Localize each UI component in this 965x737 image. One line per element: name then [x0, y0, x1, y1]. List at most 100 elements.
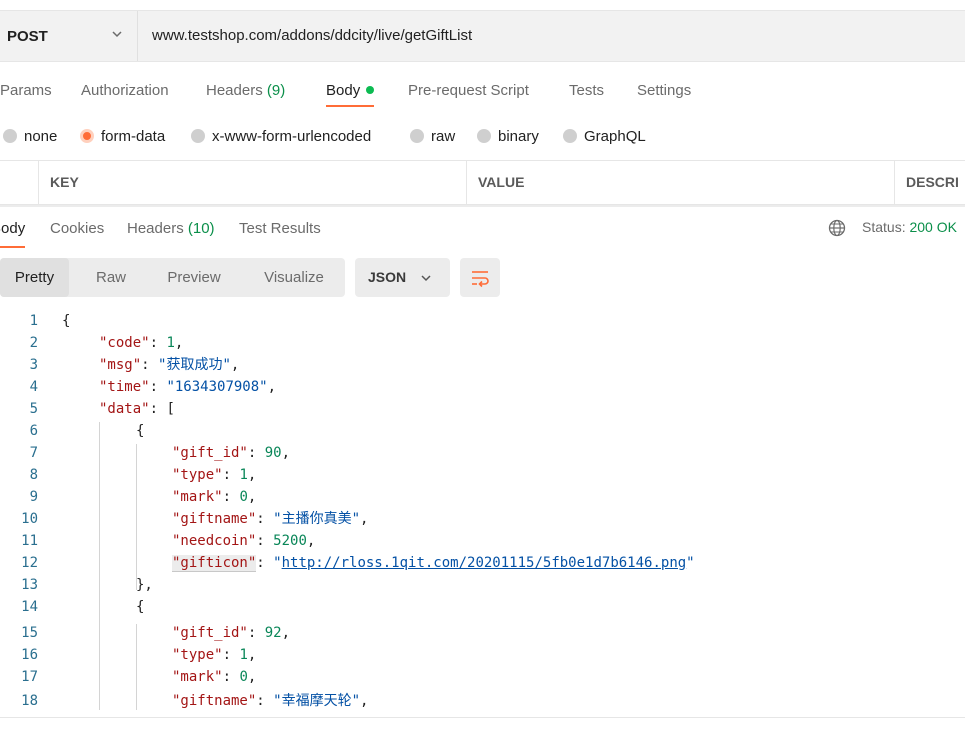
response-tab-headers-label: Headers: [127, 220, 184, 237]
tab-prerequest-script[interactable]: Pre-request Script: [408, 82, 529, 99]
json-key: "giftname": [172, 693, 257, 709]
radio-urlencoded-label: x-www-form-urlencoded: [212, 127, 372, 145]
response-headers-count: (10): [187, 220, 215, 237]
line-number: 2: [29, 335, 38, 351]
tab-params[interactable]: Params: [0, 82, 52, 99]
code-text: {: [136, 423, 145, 439]
radio-circle-selected: [80, 129, 94, 143]
tab-body[interactable]: Body: [326, 82, 375, 107]
code-line: 16 "type": 1,: [0, 644, 965, 666]
line-number: 7: [29, 445, 38, 461]
wrap-lines-button[interactable]: [460, 258, 500, 297]
radio-graphql[interactable]: GraphQL: [563, 124, 646, 148]
code-line: 2 "code": 1,: [0, 332, 965, 354]
response-tab-cookies[interactable]: Cookies: [50, 220, 104, 237]
radio-urlencoded[interactable]: x-www-form-urlencoded: [191, 124, 371, 148]
json-key: "type": [172, 647, 223, 663]
json-key: "giftname": [172, 511, 257, 527]
json-number: 1: [166, 335, 175, 351]
view-pretty-button[interactable]: Pretty: [0, 258, 69, 297]
method-label: POST: [7, 27, 48, 45]
json-key-highlighted: "gifticon": [172, 555, 257, 572]
response-status: Status: 200 OK: [862, 219, 957, 235]
json-number: 5200: [273, 533, 307, 549]
column-key: KEY: [38, 161, 466, 204]
tab-authorization[interactable]: Authorization: [81, 82, 169, 99]
radio-circle: [477, 129, 491, 143]
line-number: 8: [29, 467, 38, 483]
response-body-viewer[interactable]: 1{ 2 "code": 1, 3 "msg": "获取成功", 4 "time": …: [0, 310, 965, 710]
json-string: "获取成功": [158, 357, 231, 373]
pane-resize-handle[interactable]: [0, 205, 965, 207]
code-text: {: [62, 313, 71, 329]
line-number: 16: [21, 647, 38, 663]
line-number: 4: [29, 379, 38, 395]
radio-raw[interactable]: raw: [410, 124, 455, 148]
radio-circle: [191, 129, 205, 143]
method-select[interactable]: POST: [0, 11, 138, 61]
json-string: "1634307908": [166, 379, 268, 395]
column-value: VALUE: [466, 161, 894, 204]
json-key: "needcoin": [172, 533, 257, 549]
json-key: "type": [172, 467, 223, 483]
tab-headers[interactable]: Headers (9): [206, 82, 285, 99]
code-line: 13},: [0, 574, 965, 596]
response-tab-body[interactable]: Body: [0, 220, 26, 248]
code-line: 11 "needcoin": 5200,: [0, 530, 965, 552]
line-number: 5: [29, 401, 38, 417]
json-key: "mark": [172, 489, 223, 505]
code-line: 18 "giftname": "幸福摩天轮",: [0, 690, 965, 710]
radio-graphql-label: GraphQL: [584, 127, 646, 145]
format-select[interactable]: JSON: [355, 258, 450, 297]
json-number: 90: [264, 445, 282, 461]
json-key: "gift_id": [172, 625, 248, 641]
view-visualize-button[interactable]: Visualize: [250, 258, 338, 297]
url-input[interactable]: www.testshop.com/addons/ddcity/live/getG…: [152, 11, 472, 61]
line-number: 17: [21, 669, 38, 685]
checkbox-column: [0, 161, 38, 204]
code-line: 6{: [0, 420, 965, 442]
body-type-radios: none form-data x-www-form-urlencoded raw…: [0, 124, 965, 148]
radio-binary-label: binary: [498, 127, 539, 145]
response-tab-test-results[interactable]: Test Results: [239, 220, 321, 237]
key-value-table-header: KEY VALUE DESCRI: [0, 160, 965, 205]
radio-form-data[interactable]: form-data: [80, 124, 165, 148]
tab-headers-label: Headers: [206, 82, 263, 99]
json-key: "mark": [172, 669, 223, 685]
json-link[interactable]: http://rloss.1qit.com/20201115/5fb0e1d7b…: [282, 555, 687, 571]
request-tabs: Params Authorization Headers (9) Body Pr…: [0, 62, 965, 120]
line-number: 10: [21, 511, 38, 527]
code-line: 10 "giftname": "主播你真美",: [0, 508, 965, 530]
code-line: 5 "data": [: [0, 398, 965, 420]
code-line: 3 "msg": "获取成功",: [0, 354, 965, 376]
radio-binary[interactable]: binary: [477, 124, 539, 148]
line-number: 14: [21, 599, 38, 615]
view-raw-button[interactable]: Raw: [80, 258, 142, 297]
json-string: "主播你真美": [273, 511, 361, 527]
json-number: 0: [239, 669, 248, 685]
status-value[interactable]: 200 OK: [909, 219, 956, 235]
code-line: 8 "type": 1,: [0, 464, 965, 486]
view-mode-selector: Pretty Raw Preview Visualize: [0, 258, 345, 297]
line-number: 13: [21, 577, 38, 593]
response-tab-headers[interactable]: Headers (10): [127, 220, 215, 237]
view-preview-button[interactable]: Preview: [155, 258, 233, 297]
line-number: 6: [29, 423, 38, 439]
code-text: {: [136, 599, 145, 615]
radio-none[interactable]: none: [3, 124, 57, 148]
code-line: 15 "gift_id": 92,: [0, 622, 965, 644]
line-number: 18: [21, 693, 38, 709]
status-label: Status:: [862, 219, 906, 235]
headers-count: (9): [266, 82, 286, 99]
globe-icon[interactable]: [828, 219, 846, 237]
chevron-down-icon: [112, 31, 122, 38]
radio-circle: [3, 129, 17, 143]
radio-circle: [410, 129, 424, 143]
json-bracket: [: [166, 401, 175, 417]
tab-settings[interactable]: Settings: [637, 82, 691, 99]
line-number: 11: [21, 533, 38, 549]
tab-tests[interactable]: Tests: [569, 82, 604, 99]
bottom-border: [0, 717, 965, 718]
radio-raw-label: raw: [431, 127, 456, 145]
json-key: "msg": [99, 357, 142, 373]
